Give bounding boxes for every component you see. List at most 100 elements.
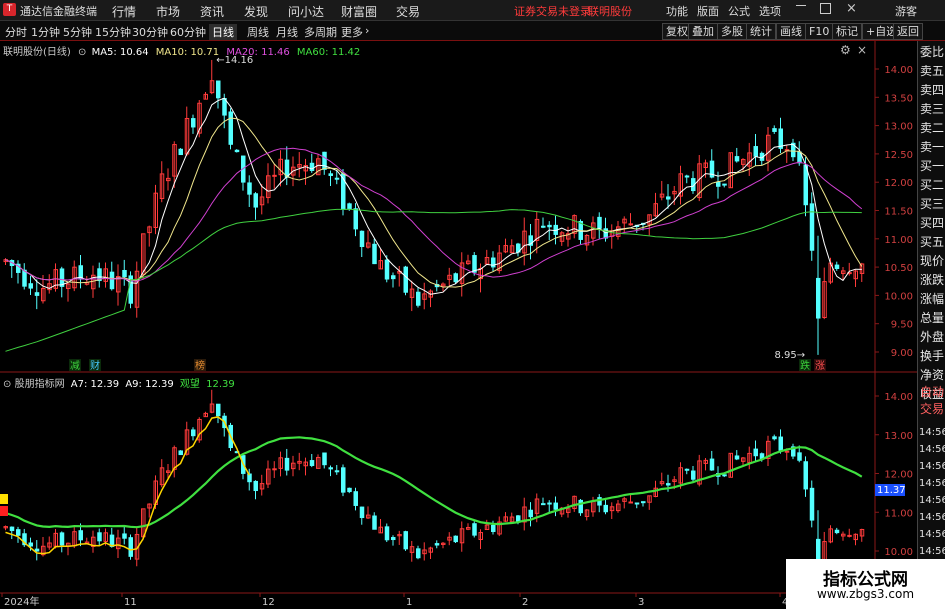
side-item[interactable]: 买四 bbox=[920, 215, 944, 231]
event-mark-label: 财 bbox=[90, 359, 100, 372]
draw-button[interactable]: 画线 bbox=[776, 23, 806, 40]
event-mark-label: 榜 bbox=[195, 359, 205, 372]
menu-news[interactable]: 资讯 bbox=[200, 3, 224, 20]
sub-candle bbox=[97, 532, 102, 542]
maximize-icon[interactable] bbox=[820, 3, 831, 14]
side-item[interactable]: 现价 bbox=[920, 253, 944, 269]
menu-market[interactable]: 行情 bbox=[112, 3, 136, 20]
main-candle bbox=[228, 111, 233, 145]
side-lower-item[interactable]: 自动 bbox=[920, 384, 944, 400]
side-item[interactable]: 委比 bbox=[920, 44, 944, 60]
menu-wealth[interactable]: 财富圈 bbox=[341, 3, 377, 20]
main-candle bbox=[28, 283, 33, 289]
main-candle bbox=[684, 175, 690, 178]
tab-1min[interactable]: 1分钟 bbox=[31, 24, 60, 40]
stock-link[interactable]: 联明股份 bbox=[588, 3, 632, 19]
main-candle bbox=[472, 255, 477, 273]
menu-layout[interactable]: 版面 bbox=[697, 3, 719, 19]
main-ytick-label: 9.50 bbox=[891, 320, 913, 331]
side-item[interactable]: 卖三 bbox=[920, 101, 944, 117]
side-item[interactable]: 总量 bbox=[920, 310, 944, 326]
main-candle bbox=[122, 269, 127, 278]
main-ytick-label: 10.00 bbox=[884, 291, 913, 302]
overlay-button[interactable]: 叠加 bbox=[688, 23, 718, 40]
menu-trade[interactable]: 交易 bbox=[396, 3, 420, 20]
multistock-button[interactable]: 多股 bbox=[717, 23, 747, 40]
side-item[interactable]: 外盘 bbox=[920, 329, 944, 345]
side-time: 14:56 bbox=[919, 512, 945, 523]
menu-markets[interactable]: 市场 bbox=[156, 3, 180, 20]
main-ytick-label: 10.50 bbox=[884, 263, 913, 274]
tab-daily[interactable]: 日线 bbox=[209, 24, 237, 40]
side-item[interactable]: 涨跌 bbox=[920, 272, 944, 288]
side-item[interactable]: 卖五 bbox=[920, 63, 944, 79]
high-price-label: ←14.16 bbox=[216, 55, 253, 66]
sub-candle bbox=[9, 526, 15, 532]
main-candle bbox=[359, 230, 365, 248]
back-button[interactable]: 返回 bbox=[893, 23, 923, 40]
sub-candle bbox=[359, 506, 365, 519]
main-candle bbox=[416, 291, 421, 306]
side-item[interactable]: 涨幅 bbox=[920, 291, 944, 307]
menu-options[interactable]: 选项 bbox=[759, 3, 781, 19]
side-item[interactable]: 卖四 bbox=[920, 82, 944, 98]
sub-candle bbox=[322, 452, 327, 466]
sub-candle bbox=[78, 530, 83, 541]
period-toolbar: 分时 1分钟 5分钟 15分钟 30分钟 60分钟 日线 周线 月线 多周期 更… bbox=[0, 21, 945, 41]
main-candle bbox=[722, 183, 727, 186]
sub-ytick-label: 13.00 bbox=[884, 431, 913, 442]
main-ytick-label: 12.00 bbox=[884, 178, 913, 189]
sub-candle bbox=[216, 403, 221, 417]
side-item[interactable]: 卖二 bbox=[920, 120, 944, 136]
sub-candle bbox=[684, 468, 690, 471]
main-candle bbox=[216, 80, 221, 99]
menu-discover[interactable]: 发现 bbox=[244, 3, 268, 20]
f10-button[interactable]: F10 bbox=[805, 23, 834, 40]
tab-multi[interactable]: 多周期 bbox=[304, 24, 337, 40]
side-item[interactable]: 净资 bbox=[920, 367, 944, 383]
stats-button[interactable]: 统计 bbox=[746, 23, 776, 40]
menu-function[interactable]: 功能 bbox=[666, 3, 688, 19]
sub-candle bbox=[28, 542, 33, 547]
side-item[interactable]: 买三 bbox=[920, 196, 944, 212]
tab-5min[interactable]: 5分钟 bbox=[63, 24, 92, 40]
side-item[interactable]: 卖一 bbox=[920, 139, 944, 155]
side-time: 14:56 bbox=[919, 478, 945, 489]
close-icon[interactable]: × bbox=[846, 1, 857, 16]
main-candle bbox=[34, 292, 40, 296]
main-candle bbox=[453, 273, 458, 283]
tab-more[interactable]: 更多 bbox=[341, 24, 363, 40]
main-ytick-label: 11.00 bbox=[884, 235, 913, 246]
sub-candle bbox=[753, 448, 758, 457]
sub-candle bbox=[666, 483, 671, 486]
main-candle bbox=[628, 223, 633, 226]
side-item[interactable]: 买一 bbox=[920, 158, 944, 174]
watermark-url: www.zbgs3.com bbox=[816, 587, 915, 601]
tab-monthly[interactable]: 月线 bbox=[276, 24, 298, 40]
side-item[interactable]: 买二 bbox=[920, 177, 944, 193]
guest-label[interactable]: 游客 bbox=[895, 3, 917, 19]
event-mark-label: 涨 bbox=[815, 360, 825, 372]
tab-timeshare[interactable]: 分时 bbox=[5, 24, 27, 40]
minimize-icon[interactable] bbox=[796, 5, 806, 6]
side-time: 14:56 bbox=[919, 427, 945, 438]
menu-formula[interactable]: 公式 bbox=[728, 3, 750, 19]
side-item[interactable]: 换手 bbox=[920, 348, 944, 364]
indicator-green-line bbox=[5, 436, 863, 529]
indicator-yellow-line bbox=[5, 416, 250, 555]
kline-chart[interactable]: 14.00 13.50 13.00 12.50 12.00 11.50 11.00 10.50… bbox=[0, 41, 917, 609]
tab-60min[interactable]: 60分钟 bbox=[170, 24, 206, 40]
date-label: 11 bbox=[124, 597, 137, 608]
trade-status[interactable]: 证券交易未登录 bbox=[514, 3, 591, 19]
sub-candle bbox=[347, 487, 352, 493]
tab-15min[interactable]: 15分钟 bbox=[95, 24, 131, 40]
side-lower-item[interactable]: 交易 bbox=[920, 401, 944, 417]
chevron-right-icon[interactable]: › bbox=[365, 24, 369, 37]
tab-30min[interactable]: 30分钟 bbox=[132, 24, 168, 40]
menu-xiaoda[interactable]: 问小达 bbox=[288, 3, 324, 20]
tab-weekly[interactable]: 周线 bbox=[247, 24, 269, 40]
side-item[interactable]: 买五 bbox=[920, 234, 944, 250]
sub-candle bbox=[122, 533, 127, 539]
sub-candle bbox=[284, 457, 290, 471]
mark-button[interactable]: 标记 bbox=[832, 23, 862, 40]
